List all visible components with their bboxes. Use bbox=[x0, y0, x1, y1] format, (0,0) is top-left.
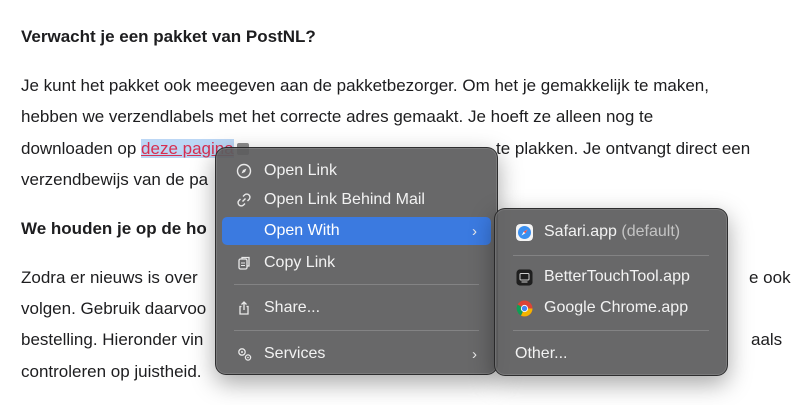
chrome-icon bbox=[513, 297, 535, 319]
menu-separator bbox=[234, 284, 479, 285]
submenu-item-label: Google Chrome.app bbox=[544, 299, 689, 316]
submenu-item-label: Safari.app (default) bbox=[544, 223, 681, 240]
default-tag: (default) bbox=[621, 223, 681, 240]
menu-item-share[interactable]: Share... bbox=[222, 294, 491, 322]
paragraph-line-tail: e ook bbox=[749, 268, 791, 287]
heading-postnl: Verwacht je een pakket van PostNL? bbox=[21, 27, 316, 46]
paragraph-text: downloaden op bbox=[21, 139, 142, 158]
paragraph-line: hebben we verzendlabels met het correcte… bbox=[21, 107, 654, 126]
safari-icon bbox=[513, 221, 535, 243]
compass-icon bbox=[233, 160, 255, 182]
link-context-menu: Open Link Open Link Behind Mail Open Wit… bbox=[215, 147, 498, 375]
paragraph-line: bestelling. Hieronder vin bbox=[21, 330, 204, 349]
menu-item-open-link-behind-mail[interactable]: Open Link Behind Mail bbox=[222, 186, 491, 214]
submenu-item-safari[interactable]: Safari.app (default) bbox=[501, 218, 721, 246]
share-icon bbox=[233, 297, 255, 319]
menu-separator bbox=[513, 330, 709, 331]
submenu-item-label: Other... bbox=[515, 345, 568, 362]
menu-item-label: Open Link bbox=[264, 162, 337, 179]
submenu-item-bettertouchtool[interactable]: BetterTouchTool.app bbox=[501, 263, 721, 291]
paragraph-line: verzendbewijs van de pa bbox=[21, 170, 209, 189]
link-icon bbox=[233, 189, 255, 211]
menu-item-services[interactable]: Services › bbox=[222, 340, 491, 368]
paragraph-line: controleren op juistheid. bbox=[21, 362, 202, 381]
menu-item-label: Services bbox=[264, 345, 326, 362]
blank-icon bbox=[233, 220, 255, 242]
submenu-item-label: BetterTouchTool.app bbox=[544, 268, 690, 285]
menu-item-open-link[interactable]: Open Link bbox=[222, 157, 491, 185]
open-with-submenu: Safari.app (default) BetterTouchTool.app… bbox=[494, 208, 728, 376]
menu-separator bbox=[513, 255, 709, 256]
menu-item-label: Open Link Behind Mail bbox=[264, 191, 425, 208]
paragraph-line-tail: aals bbox=[751, 330, 783, 349]
submenu-item-other[interactable]: Other... bbox=[501, 340, 721, 368]
paragraph-line: Je kunt het pakket ook meegeven aan de p… bbox=[21, 76, 709, 95]
menu-item-label: Open With bbox=[264, 222, 340, 239]
paragraph-line: volgen. Gebruik daarvoo bbox=[21, 299, 207, 318]
menu-item-label: Share... bbox=[264, 299, 321, 316]
menu-separator bbox=[234, 330, 479, 331]
copy-icon bbox=[233, 252, 255, 274]
menu-item-label: Copy Link bbox=[264, 254, 336, 271]
heading-updates: We houden je op de ho bbox=[21, 219, 207, 238]
bettertouchtool-icon bbox=[513, 266, 535, 288]
chevron-right-icon: › bbox=[472, 345, 477, 363]
chevron-right-icon: › bbox=[472, 222, 477, 240]
menu-item-open-with[interactable]: Open With › bbox=[222, 217, 491, 245]
submenu-item-google-chrome[interactable]: Google Chrome.app bbox=[501, 294, 721, 322]
paragraph-line: Zodra er nieuws is over bbox=[21, 268, 198, 287]
menu-item-copy-link[interactable]: Copy Link bbox=[222, 249, 491, 277]
gears-icon bbox=[233, 343, 255, 365]
paragraph-line-tail: te plakken. Je ontvangt direct een bbox=[496, 139, 751, 158]
